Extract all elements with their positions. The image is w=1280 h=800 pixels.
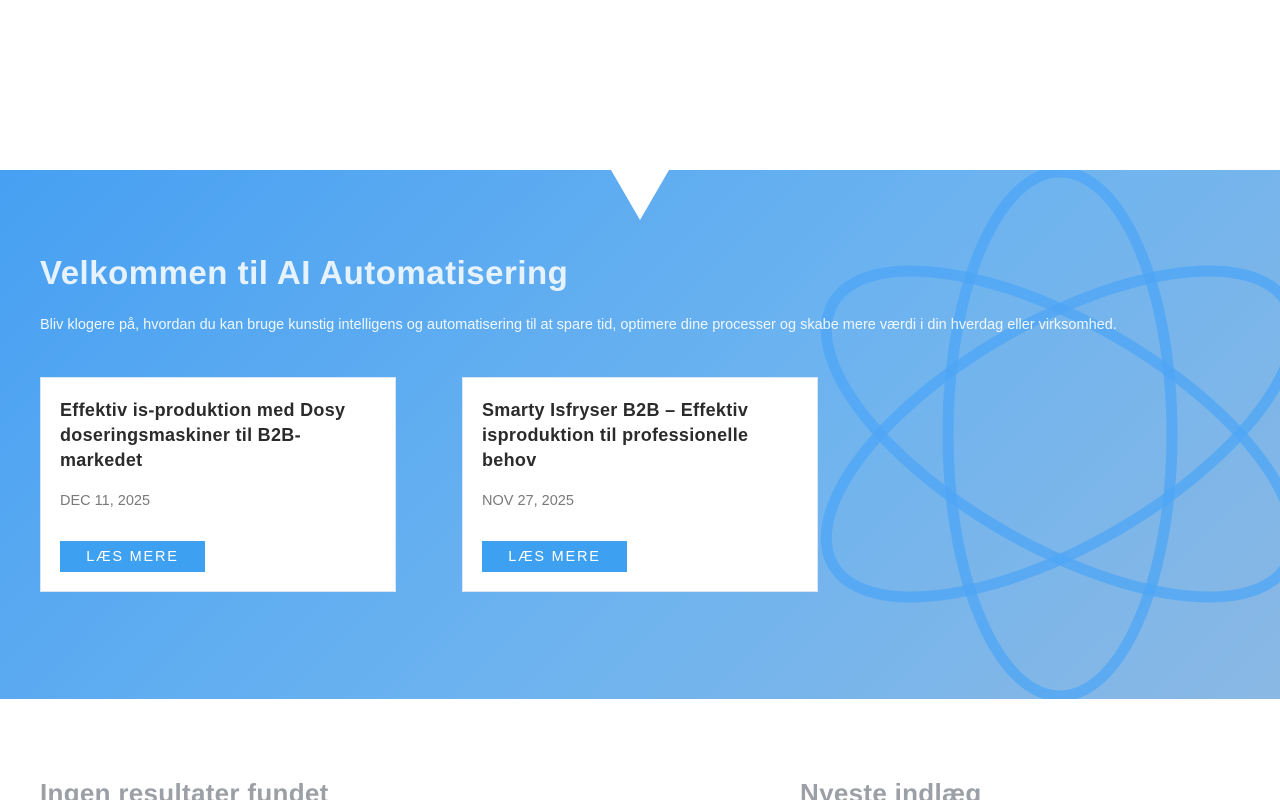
post-title-link[interactable]: Smarty Isfryser B2B – Effektiv isprodukt… bbox=[482, 398, 792, 473]
hero-section: Velkommen til AI Automatisering Bliv klo… bbox=[0, 170, 1280, 699]
hero-notch bbox=[611, 170, 669, 220]
no-results-heading: Ingen resultater fundet bbox=[40, 778, 329, 800]
post-title-link[interactable]: Effektiv is-produktion med Dosy dosering… bbox=[60, 398, 370, 473]
read-more-button[interactable]: LÆS MERE bbox=[482, 541, 627, 572]
post-card: Effektiv is-produktion med Dosy dosering… bbox=[40, 377, 396, 592]
post-date: NOV 27, 2025 bbox=[482, 493, 574, 509]
hero-subtitle: Bliv klogere på, hvordan du kan bruge ku… bbox=[40, 317, 1117, 333]
post-card: Smarty Isfryser B2B – Effektiv isprodukt… bbox=[462, 377, 818, 592]
site-header bbox=[0, 0, 1280, 170]
post-date: DEC 11, 2025 bbox=[60, 493, 151, 509]
read-more-button[interactable]: LÆS MERE bbox=[60, 541, 205, 572]
hero-title: Velkommen til AI Automatisering bbox=[40, 254, 569, 291]
atom-icon bbox=[820, 170, 1280, 699]
latest-posts-heading: Nyeste indlæg bbox=[800, 778, 982, 800]
